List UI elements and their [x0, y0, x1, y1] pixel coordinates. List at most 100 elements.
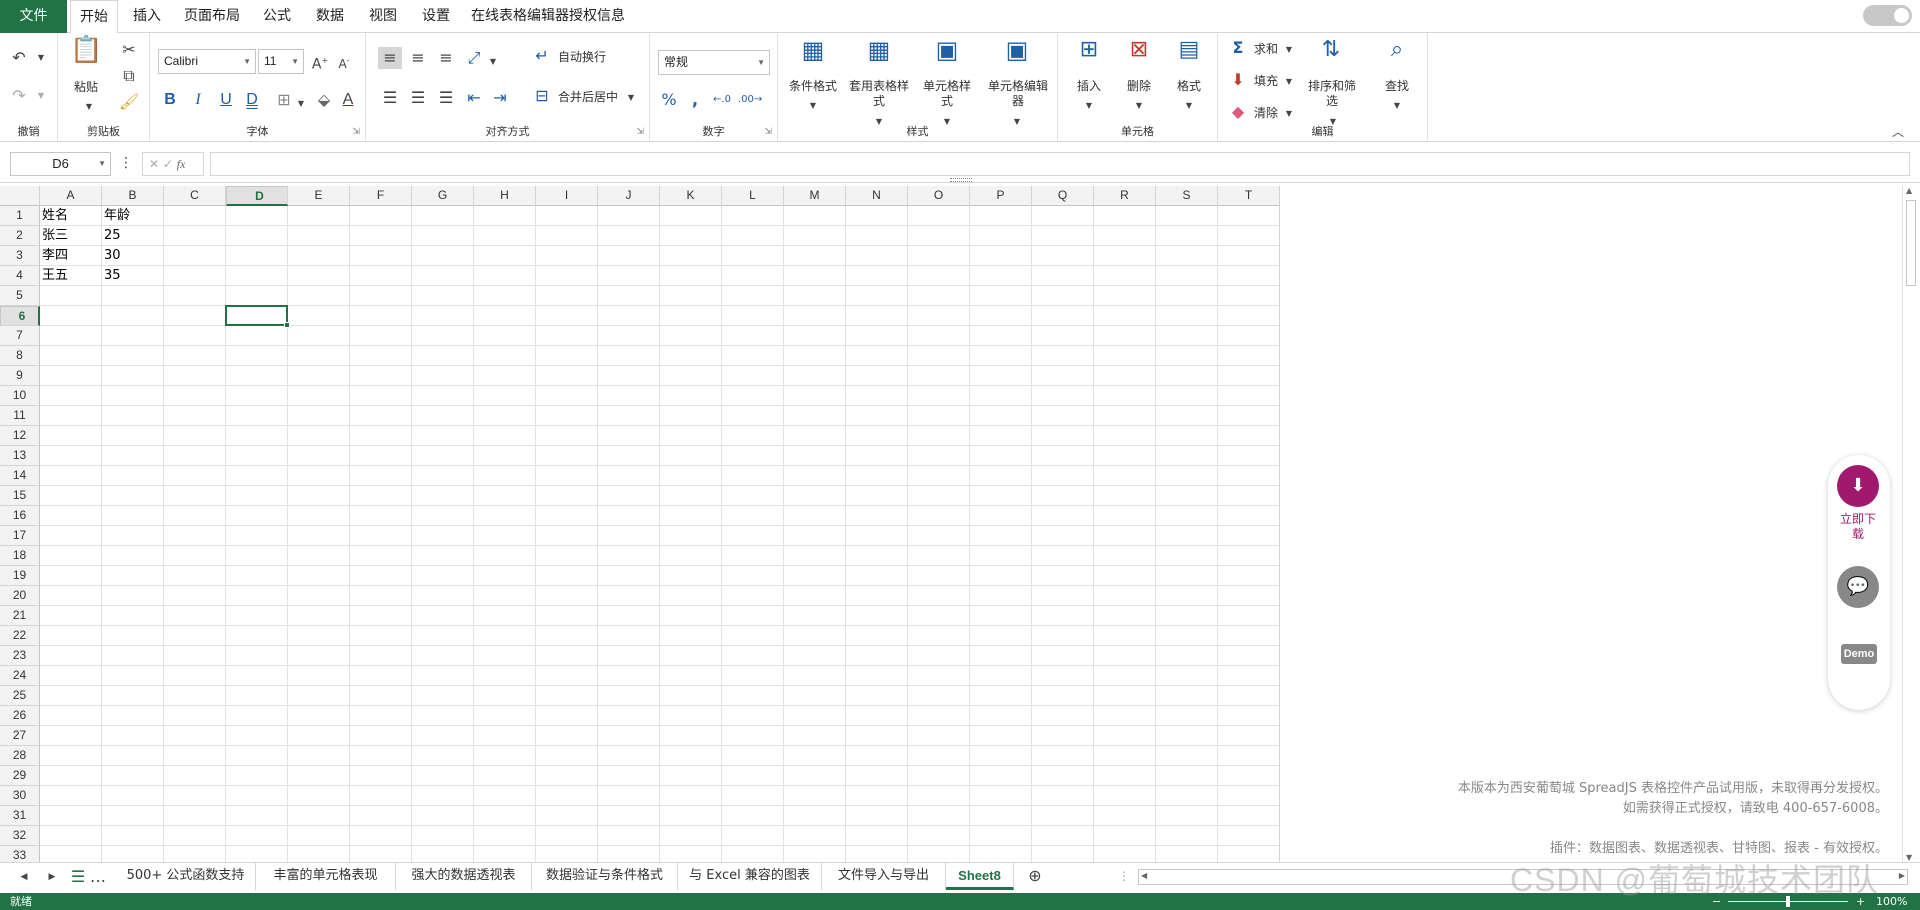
table-style-button[interactable]: 套用表格样式	[848, 79, 910, 109]
align-bottom-icon[interactable]: ≡	[434, 47, 458, 69]
column-header-M[interactable]: M	[784, 186, 846, 206]
formula-resize-handle[interactable]	[950, 178, 972, 182]
fill-handle[interactable]	[284, 322, 290, 328]
cell-B1[interactable]: 年龄	[102, 206, 164, 226]
vertical-scrollbar[interactable]: ▲ ▼	[1902, 186, 1918, 862]
tab-data[interactable]: 数据	[309, 0, 351, 33]
delete-dropdown-icon[interactable]: ▼	[1134, 95, 1144, 117]
tab-home[interactable]: 开始	[70, 0, 118, 34]
column-header-D[interactable]: D	[226, 186, 288, 206]
border-icon[interactable]: ⊞	[274, 89, 294, 111]
more-options-icon[interactable]: ⋮	[116, 152, 136, 174]
row-header-33[interactable]: 33	[0, 846, 40, 862]
row-header-13[interactable]: 13	[0, 446, 40, 466]
find-button[interactable]: 查找	[1376, 79, 1418, 94]
autosum-button[interactable]: 求和	[1254, 42, 1278, 57]
tab-formulas[interactable]: 公式	[256, 0, 298, 33]
row-header-24[interactable]: 24	[0, 666, 40, 686]
increase-font-icon[interactable]: A+	[310, 50, 330, 76]
bold-icon[interactable]: B	[160, 89, 180, 111]
column-header-I[interactable]: I	[536, 186, 598, 206]
column-header-Q[interactable]: Q	[1032, 186, 1094, 206]
column-header-C[interactable]: C	[164, 186, 226, 206]
demo-button[interactable]: Demo	[1841, 644, 1877, 664]
sheet-tab-2[interactable]: 丰富的单元格表现	[256, 863, 396, 890]
scroll-left-icon[interactable]: ◀	[1141, 871, 1147, 880]
column-header-G[interactable]: G	[412, 186, 474, 206]
column-header-E[interactable]: E	[288, 186, 350, 206]
copy-icon[interactable]: ⧉	[118, 65, 140, 87]
row-header-1[interactable]: 1	[0, 206, 40, 226]
formula-input[interactable]	[210, 152, 1910, 176]
download-icon[interactable]: ⬇	[1837, 465, 1879, 507]
clear-dropdown-icon[interactable]: ▼	[1284, 103, 1294, 125]
undo-icon[interactable]: ↶	[8, 47, 30, 69]
tab-license-info[interactable]: 在线表格编辑器授权信息	[468, 0, 628, 33]
align-center-icon[interactable]: ☰	[406, 87, 430, 109]
increase-indent-icon[interactable]: ⇥	[488, 87, 512, 109]
chat-icon[interactable]: 💬	[1837, 566, 1879, 608]
wrap-text-icon[interactable]: ↵	[532, 45, 552, 67]
row-header-27[interactable]: 27	[0, 726, 40, 746]
align-middle-icon[interactable]: ≡	[406, 47, 430, 69]
insert-cells-button[interactable]: 插入	[1068, 79, 1110, 94]
align-top-icon[interactable]: ≡	[378, 47, 402, 69]
autosum-dropdown-icon[interactable]: ▼	[1284, 39, 1294, 61]
row-header-5[interactable]: 5	[0, 286, 40, 306]
insert-cells-icon[interactable]: ⊞	[1072, 39, 1106, 71]
comma-style-icon[interactable]: ,	[684, 89, 706, 111]
next-sheet-icon[interactable]: ▶	[44, 866, 60, 888]
collapse-ribbon-icon[interactable]: ︿	[1888, 121, 1908, 143]
active-cell-selection[interactable]	[225, 305, 290, 328]
alignment-dialog-launcher-icon[interactable]: ⇲	[636, 127, 644, 137]
orientation-icon[interactable]: ⤢	[462, 47, 486, 69]
undo-dropdown-icon[interactable]: ▼	[36, 47, 46, 69]
cell-B3[interactable]: 30	[102, 246, 164, 266]
row-header-19[interactable]: 19	[0, 566, 40, 586]
fill-dropdown-icon[interactable]: ▼	[1284, 71, 1294, 93]
sheet-tab-6[interactable]: 文件导入与导出	[822, 863, 946, 890]
cell-A1[interactable]: 姓名	[40, 206, 102, 226]
row-header-12[interactable]: 12	[0, 426, 40, 446]
row-header-3[interactable]: 3	[0, 246, 40, 266]
row-header-11[interactable]: 11	[0, 406, 40, 426]
italic-icon[interactable]: I	[188, 89, 208, 111]
number-format-select[interactable]: 常规 ▼	[658, 50, 770, 75]
fill-color-icon[interactable]: ⬙	[314, 89, 334, 111]
conditional-format-button[interactable]: 条件格式	[784, 79, 842, 94]
row-header-18[interactable]: 18	[0, 546, 40, 566]
autosum-icon[interactable]: Σ	[1228, 37, 1248, 59]
delete-cells-button[interactable]: 删除	[1118, 79, 1160, 94]
merge-center-icon[interactable]: ⊟	[532, 85, 552, 107]
row-header-30[interactable]: 30	[0, 786, 40, 806]
sheet-tab-4[interactable]: 数据验证与条件格式	[532, 863, 678, 890]
row-header-23[interactable]: 23	[0, 646, 40, 666]
find-dropdown-icon[interactable]: ▼	[1392, 95, 1402, 117]
row-header-29[interactable]: 29	[0, 766, 40, 786]
format-dropdown-icon[interactable]: ▼	[1184, 95, 1194, 117]
merge-dropdown-icon[interactable]: ▼	[626, 87, 636, 109]
column-header-J[interactable]: J	[598, 186, 660, 206]
merge-center-button[interactable]: 合并后居中	[558, 90, 618, 105]
vertical-scroll-thumb[interactable]	[1906, 200, 1916, 286]
decrease-font-icon[interactable]: A-	[334, 50, 354, 75]
spreadsheet-grid[interactable]: A B C D E F G H I J K L M N O P Q R S T 1 2 3 4 5 6 7 8 9 10 11 12 13 14 1…	[0, 186, 1280, 862]
cut-icon[interactable]: ✂	[118, 39, 140, 61]
sheet-tab-3[interactable]: 强大的数据透视表	[396, 863, 532, 890]
align-right-icon[interactable]: ☰	[434, 87, 458, 109]
scroll-down-icon[interactable]: ▼	[1906, 853, 1912, 862]
row-header-10[interactable]: 10	[0, 386, 40, 406]
paste-dropdown-icon[interactable]: ▼	[84, 96, 94, 118]
row-header-20[interactable]: 20	[0, 586, 40, 606]
clear-button[interactable]: 清除	[1254, 106, 1278, 121]
column-header-O[interactable]: O	[908, 186, 970, 206]
font-color-icon[interactable]: A	[338, 89, 358, 111]
paste-button[interactable]: 粘贴	[70, 80, 102, 95]
percent-icon[interactable]: %	[658, 89, 680, 111]
tab-view[interactable]: 视图	[362, 0, 404, 33]
sheet-tab-1[interactable]: 500+ 公式函数支持	[116, 863, 256, 890]
select-all-corner[interactable]	[0, 186, 40, 206]
font-name-select[interactable]: Calibri ▼	[158, 49, 256, 74]
row-header-32[interactable]: 32	[0, 826, 40, 846]
align-left-icon[interactable]: ☰	[378, 87, 402, 109]
